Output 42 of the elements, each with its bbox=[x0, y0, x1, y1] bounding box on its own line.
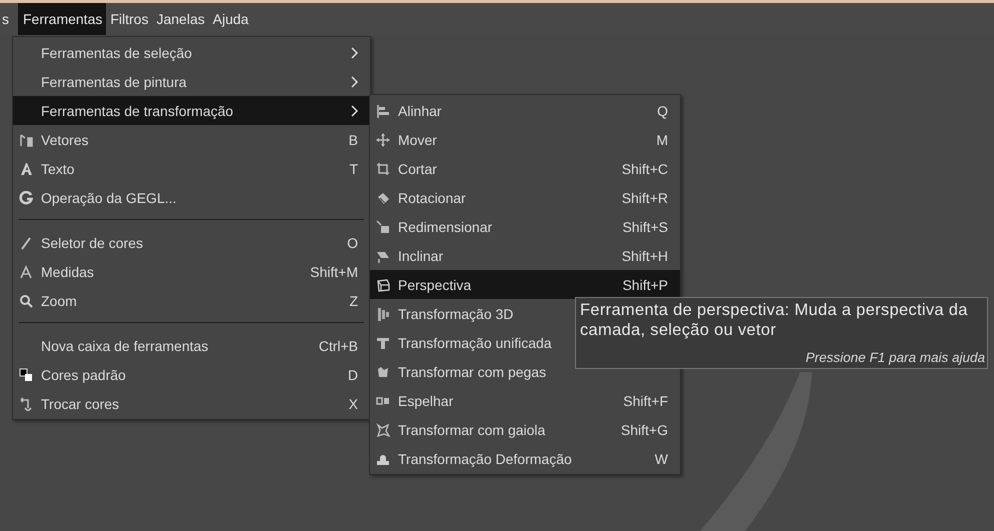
crop-icon bbox=[376, 162, 390, 176]
tooltip-text: Ferramenta de perspectiva: Muda a perspectiva da camada, seleção ou vetor bbox=[580, 300, 969, 340]
menu-item[interactable]: Vetores B bbox=[13, 125, 370, 154]
menu-item[interactable]: Espelhar Shift+F bbox=[370, 386, 680, 415]
tooltip-hint: Pressione F1 para mais ajuda bbox=[804, 350, 985, 365]
menu-item[interactable]: Cortar Shift+C bbox=[370, 154, 680, 183]
menu-item[interactable]: Perspectiva Shift+P bbox=[370, 270, 680, 299]
menu-item[interactable]: Inclinar Shift+H bbox=[370, 241, 680, 270]
menu-item[interactable]: Medidas Shift+M bbox=[13, 257, 370, 286]
menu-item[interactable]: Redimensionar Shift+S bbox=[370, 212, 680, 241]
menu-item[interactable]: Rotacionar Shift+R bbox=[370, 183, 680, 212]
move-icon bbox=[376, 132, 390, 146]
menu-item[interactable]: Texto T bbox=[13, 154, 370, 183]
color-swatches-icon bbox=[19, 368, 33, 382]
swap-arrows-icon bbox=[19, 396, 33, 410]
menu-item[interactable]: Cores padrão D bbox=[13, 360, 370, 389]
menu-item[interactable]: Zoom Z bbox=[13, 286, 370, 315]
menu-bar-item[interactable]: Ferramentas bbox=[18, 3, 106, 35]
menu-item[interactable]: Seletor de cores O bbox=[13, 228, 370, 257]
menu-item[interactable]: Nova caixa de ferramentas Ctrl+B bbox=[13, 331, 370, 360]
scale-icon bbox=[376, 220, 390, 234]
align-icon bbox=[376, 104, 390, 118]
menu-item[interactable]: Ferramentas de transformação bbox=[13, 96, 370, 125]
menu-item[interactable]: Mover M bbox=[370, 125, 680, 154]
menu-item[interactable]: Transformar com pegas bbox=[370, 357, 680, 386]
menu-bar-item[interactable]: Janelas bbox=[152, 3, 209, 35]
menu-bar-item[interactable]: s bbox=[0, 3, 13, 35]
perspective-icon bbox=[376, 278, 390, 292]
text-icon bbox=[19, 162, 33, 176]
menu-item[interactable]: Ferramentas de seleção bbox=[13, 38, 370, 67]
menu-item[interactable]: Transformação Deformação W bbox=[370, 444, 680, 473]
menu-item[interactable]: Operação da GEGL... bbox=[13, 183, 370, 212]
g-icon bbox=[19, 190, 33, 204]
menu-bar-item[interactable]: Filtros bbox=[106, 3, 152, 35]
menu-item[interactable]: Transformar com gaiola Shift+G bbox=[370, 415, 680, 444]
zoom-icon bbox=[19, 294, 33, 308]
menu-bar-item[interactable]: Ajuda bbox=[208, 3, 253, 35]
menu-item[interactable]: Alinhar Q bbox=[370, 96, 680, 125]
menu-item[interactable]: Ferramentas de pintura bbox=[13, 67, 370, 96]
measure-icon bbox=[19, 264, 33, 278]
menu-item[interactable]: Trocar cores X bbox=[13, 389, 370, 418]
eyedropper-icon bbox=[19, 236, 33, 250]
